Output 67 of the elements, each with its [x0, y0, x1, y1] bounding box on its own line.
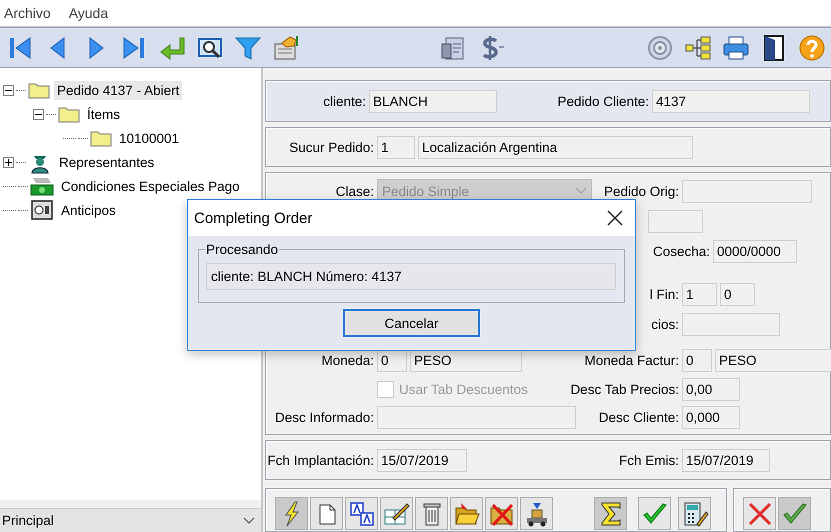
group-title: Procesando	[205, 242, 280, 257]
chevron-icon	[243, 516, 255, 524]
field-label: Clase:	[334, 184, 374, 198]
tree-item[interactable]: Ítems	[84, 104, 124, 124]
text-field[interactable]	[377, 406, 576, 428]
text-field[interactable]: 15/07/2019	[377, 448, 467, 472]
toolbar-button[interactable]	[275, 497, 308, 530]
tree-item[interactable]: 10100001	[116, 128, 182, 148]
toolbar-button[interactable]	[310, 497, 343, 530]
toolbar-button[interactable]	[485, 497, 518, 530]
toolbar-button[interactable]	[520, 497, 553, 530]
text-field[interactable]: 0	[720, 282, 755, 306]
text-field[interactable]: 15/07/2019	[682, 448, 770, 472]
text-field[interactable]: 0000/0000	[713, 240, 797, 262]
toolbar-button[interactable]	[594, 497, 627, 530]
field-label: Fch Emis:	[618, 452, 679, 468]
cancel-button[interactable]: Cancelar	[343, 309, 480, 337]
field-label: Desc Tab Precios:	[570, 382, 679, 396]
field-label: cios:	[651, 316, 679, 332]
tree-item[interactable]: Pedido 4137 - Abiert	[54, 80, 182, 100]
menu-item[interactable]: Ayuda	[68, 5, 108, 21]
collapse-icon[interactable]	[3, 84, 14, 96]
field-label: Moneda Factur:	[584, 352, 679, 368]
text-field[interactable]	[682, 180, 812, 202]
text-field[interactable]	[648, 210, 703, 232]
status-field: cliente: BLANCH Número: 4137	[206, 263, 616, 290]
toolbar-button[interactable]	[345, 497, 378, 530]
field-label: Pedido Orig:	[604, 184, 679, 198]
letters-icon	[348, 500, 376, 528]
field-label: l Fin:	[650, 286, 679, 302]
toolbar-button[interactable]	[415, 497, 448, 530]
expand-icon[interactable]	[3, 156, 14, 168]
text-field[interactable]	[682, 312, 780, 336]
text-field[interactable]: 1	[682, 282, 717, 306]
field-label: Cosecha:	[652, 244, 710, 258]
target-icon	[646, 34, 674, 62]
text-field[interactable]: 0,00	[682, 378, 740, 400]
tree-item[interactable]: Representantes	[56, 152, 158, 172]
field-label: Pedido Cliente:	[557, 94, 649, 108]
field-label: Desc Cliente:	[598, 410, 679, 424]
printer-icon	[722, 34, 750, 62]
text-field[interactable]: BLANCH	[369, 90, 497, 112]
safe-icon	[30, 198, 54, 222]
text-field[interactable]: 4137	[652, 90, 810, 112]
tree-diagram-icon	[684, 34, 712, 62]
field-label: Fch Implantación:	[266, 452, 374, 468]
menu-item[interactable]: Archivo	[4, 5, 51, 21]
view-dropdown[interactable]: Principal	[0, 508, 261, 532]
field-label: Desc Informado:	[274, 410, 374, 424]
text-field[interactable]: Localización Argentina	[418, 136, 693, 158]
text-field[interactable]: 1	[377, 136, 415, 158]
chevron-icon	[575, 187, 587, 195]
toolbar-button[interactable]	[380, 497, 413, 530]
collapse-icon[interactable]	[33, 108, 44, 120]
field-label: cliente:	[322, 94, 366, 108]
tree-item[interactable]: Condiciones Especiales Pago	[58, 176, 243, 196]
text-field[interactable]: 0,000	[682, 406, 740, 428]
field-label: Sucur Pedido:	[288, 140, 374, 154]
text-field[interactable]: PESO	[715, 348, 831, 372]
close-icon	[606, 209, 624, 227]
toolbar-button[interactable]	[450, 497, 483, 530]
toolbar-button[interactable]	[678, 497, 711, 530]
field-label: Moneda:	[320, 352, 374, 368]
text-field[interactable]: 0	[682, 348, 712, 372]
help-icon	[798, 34, 826, 62]
dialog-title: Completing Order	[194, 210, 312, 226]
tree-item[interactable]: Anticipos	[58, 200, 119, 220]
